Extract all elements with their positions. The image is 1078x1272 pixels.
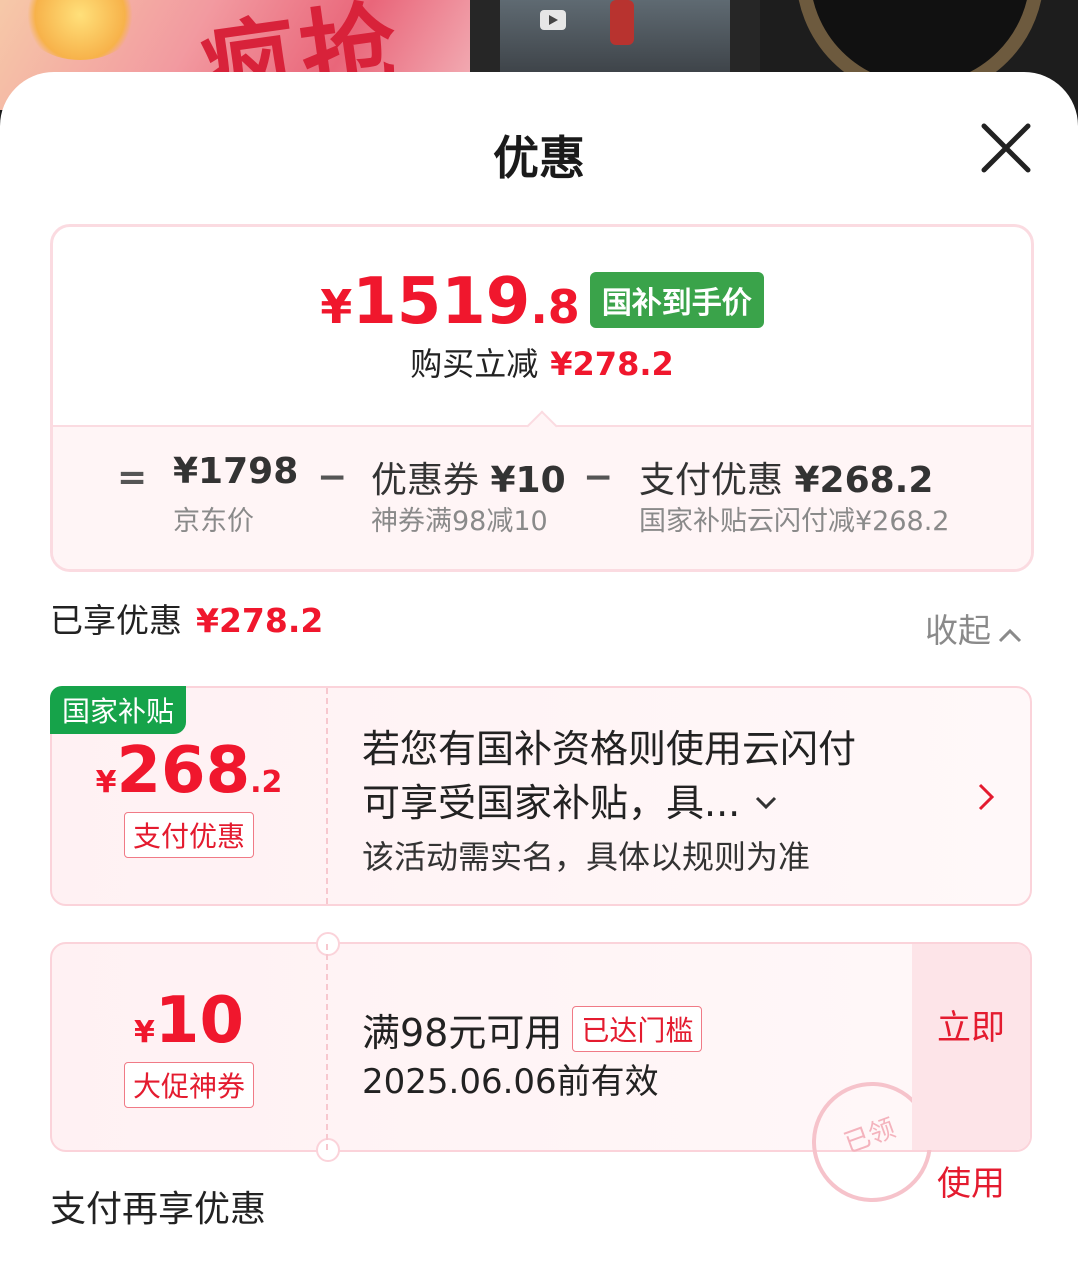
chevron-right-icon[interactable]	[974, 780, 998, 818]
chevron-down-icon[interactable]	[752, 792, 780, 812]
offer-amount: ¥268.2 支付优惠	[52, 734, 326, 858]
final-price: ¥1519.8 国补到手价	[53, 265, 1031, 339]
chevron-up-icon	[998, 628, 1022, 643]
offer-type-tag: 支付优惠	[123, 812, 254, 858]
sheet-title: 优惠	[493, 131, 585, 185]
jd-price: ¥1798	[173, 451, 299, 492]
use-now-button[interactable]: 立即 使用	[912, 944, 1030, 1204]
offer-description: 若您有国补资格则使用云闪付 可享受国家补贴，具...	[362, 727, 857, 825]
jd-price-label: 京东价	[173, 506, 254, 537]
coupon-note: 神券满98减10	[371, 506, 548, 537]
payment-deduction: 支付优惠 ¥268.2	[639, 460, 934, 501]
coupon-amount: ¥10 大促神券	[52, 984, 326, 1108]
close-icon[interactable]	[978, 120, 1034, 176]
coupon-condition: 满98元可用 已达门槛	[362, 1002, 703, 1057]
enjoyed-discounts-heading: 已享优惠 ¥278.2	[50, 601, 324, 640]
equals-sign: =	[117, 457, 148, 498]
coupon-type-tag: 大促神券	[123, 1062, 254, 1108]
instant-discount: 购买立减 ¥278.2	[410, 345, 674, 383]
play-icon	[540, 10, 566, 30]
offer-note: 该活动需实名，具体以规则为准	[362, 838, 811, 876]
subsidy-price-badge: 国补到手价	[589, 272, 764, 328]
payment-note: 国家补贴云闪付减¥268.2	[639, 506, 950, 537]
enjoyed-amount: ¥278.2	[196, 601, 324, 640]
coupon-sheet: 优惠 ¥1519.8 国补到手价 购买立减 ¥278.2 = ¥1798 京东价 −…	[0, 72, 1078, 1272]
coupon-deduction: 优惠券 ¥10	[371, 460, 566, 501]
minus-sign: −	[317, 457, 348, 498]
pay-more-discount-heading: 支付再享优惠	[50, 1189, 267, 1230]
collapse-button[interactable]: 收起	[925, 604, 1023, 652]
threshold-met-tag: 已达门槛	[572, 1006, 703, 1052]
price-summary-card: ¥1519.8 国补到手价 购买立减 ¥278.2 = ¥1798 京东价 − 优惠…	[50, 224, 1034, 572]
final-price-integer: 1519	[352, 265, 531, 339]
minus-sign: −	[583, 457, 614, 498]
national-subsidy-tag: 国家补贴	[50, 686, 187, 734]
coupon-card[interactable]: ¥10 大促神券 满98元可用 已达门槛 2025.06.06前有效 已领 立即使…	[50, 932, 1032, 1219]
subsidy-offer-card[interactable]: 国家补贴 ¥268.2 支付优惠 若您有国补资格则使用云闪付 可享受国家补贴，具…	[50, 686, 1032, 906]
instant-discount-amount: ¥278.2	[550, 345, 674, 383]
coupon-validity: 2025.06.06前有效	[362, 1062, 659, 1102]
price-breakdown: = ¥1798 京东价 − 优惠券 ¥10 神券满98减10 − 支付优惠 ¥2…	[53, 410, 1031, 569]
